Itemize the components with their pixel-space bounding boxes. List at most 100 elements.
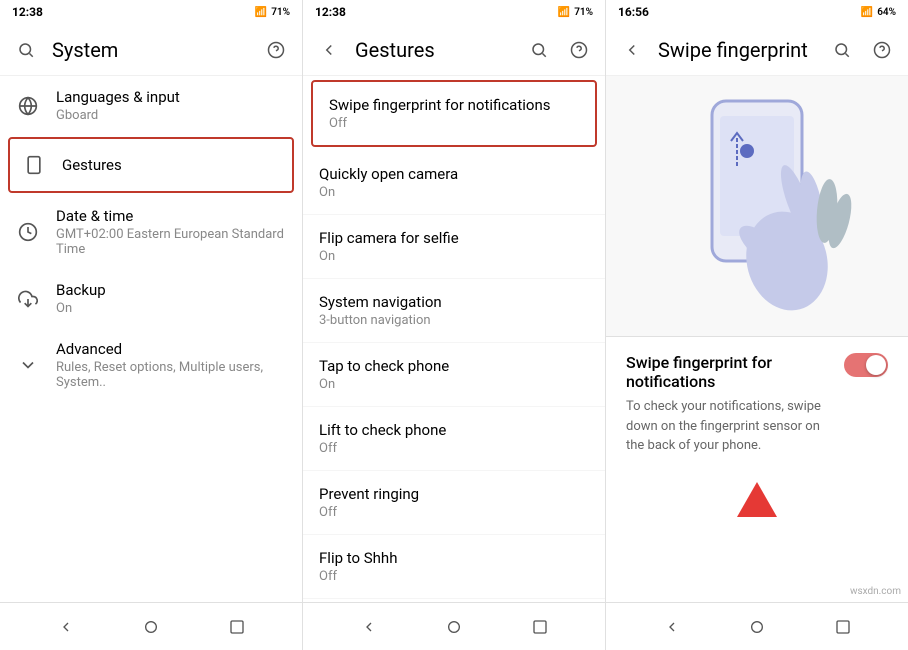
gesture-flip-shhh[interactable]: Flip to Shhh Off [303,535,605,599]
phone-hand-illustration [657,91,857,321]
wifi-icon-1: 📶 [255,7,267,18]
recents-nav-btn-3[interactable] [823,607,863,647]
languages-text: Languages & input Gboard [56,88,180,123]
time-1: 12:38 [12,5,43,19]
illustration-area [606,76,908,336]
battery-1: 71% [271,7,290,18]
system-title: System [52,38,250,62]
search-btn-2[interactable] [525,36,553,64]
nav-bar [0,602,908,650]
system-top-bar: System [0,24,302,76]
detail-setting-desc: To check your notifications, swipe down … [626,397,828,456]
nav-section-3 [605,603,908,650]
status-bar-1: 12:38 📶 71% [0,0,302,24]
recents-nav-btn-2[interactable] [520,607,560,647]
gesture-tap-check[interactable]: Tap to check phone On [303,343,605,407]
gesture-swipe-subtitle: Off [329,116,579,131]
watermark: wsxdn.com [847,585,904,598]
detail-panel: 16:56 📶 64% Swipe fingerprint [606,0,908,602]
globe-icon [16,94,40,118]
gesture-flip-subtitle: On [319,249,589,264]
battery-3: 64% [877,7,896,18]
clock-icon [16,220,40,244]
gestures-list: Swipe fingerprint for notifications Off … [303,76,605,602]
nav-section-2 [302,603,605,650]
home-nav-btn-2[interactable] [434,607,474,647]
sidebar-item-backup[interactable]: Backup On [0,269,302,328]
search-btn-3[interactable] [828,36,856,64]
time-3: 16:56 [618,5,649,19]
home-nav-btn-1[interactable] [131,607,171,647]
gesture-swipe-fingerprint[interactable]: Swipe fingerprint for notifications Off [311,80,597,147]
gesture-flip-camera[interactable]: Flip camera for selfie On [303,215,605,279]
back-nav-btn-1[interactable] [46,607,86,647]
help-btn-3[interactable] [868,36,896,64]
gesture-system-nav[interactable]: System navigation 3-button navigation [303,279,605,343]
datetime-title: Date & time [56,207,286,225]
back-btn-2[interactable] [315,36,343,64]
backup-text: Backup On [56,281,106,316]
help-btn-1[interactable] [262,36,290,64]
back-btn-3[interactable] [618,36,646,64]
search-btn-1[interactable] [12,36,40,64]
help-btn-2[interactable] [565,36,593,64]
nav-section-1 [0,603,302,650]
status-icons-3: 📶 64% [861,7,896,18]
detail-top-bar: Swipe fingerprint [606,24,908,76]
wifi-icon-3: 📶 [861,7,873,18]
languages-title: Languages & input [56,88,180,106]
gesture-prevent-ringing[interactable]: Prevent ringing Off [303,471,605,535]
sidebar-item-languages[interactable]: Languages & input Gboard [0,76,302,135]
sidebar-item-gestures[interactable]: Gestures [8,137,294,193]
gesture-open-camera[interactable]: Quickly open camera On [303,151,605,215]
chevron-down-icon [16,353,40,377]
sidebar-item-advanced[interactable]: Advanced Rules, Reset options, Multiple … [0,328,302,402]
gesture-swipe-title: Swipe fingerprint for notifications [329,96,579,114]
backup-title: Backup [56,281,106,299]
advanced-title: Advanced [56,340,286,358]
status-icons-2: 📶 71% [558,7,593,18]
status-bar-2: 12:38 📶 71% [303,0,605,24]
wifi-icon-2: 📶 [558,7,570,18]
datetime-subtitle: GMT+02:00 Eastern European Standard Time [56,227,286,257]
gesture-lift-subtitle: Off [319,441,589,456]
phone-icon [22,153,46,177]
gesture-prevent-title: Prevent ringing [319,485,589,503]
system-panel: 12:38 📶 71% System Languages & inpu [0,0,303,602]
cloud-icon [16,287,40,311]
detail-setting-title: Swipe fingerprint for notifications [626,353,828,391]
gesture-flip-title: Flip camera for selfie [319,229,589,247]
detail-content: Swipe fingerprint for notifications To c… [606,336,908,472]
up-arrow-icon [737,482,777,517]
sidebar-item-datetime[interactable]: Date & time GMT+02:00 Eastern European S… [0,195,302,269]
battery-2: 71% [574,7,593,18]
time-2: 12:38 [315,5,346,19]
gesture-camera-title: Quickly open camera [319,165,589,183]
swipe-fingerprint-toggle[interactable] [844,353,888,377]
gestures-title: Gestures [62,156,122,174]
gesture-tap-title: Tap to check phone [319,357,589,375]
back-nav-btn-3[interactable] [652,607,692,647]
detail-title-bar: Swipe fingerprint [658,38,816,62]
gestures-text: Gestures [62,156,122,174]
detail-text-area: Swipe fingerprint for notifications To c… [626,353,828,456]
gestures-panel: 12:38 📶 71% Gestures Swipe fingerprint f… [303,0,606,602]
gesture-shhh-subtitle: Off [319,569,589,584]
gesture-prevent-subtitle: Off [319,505,589,520]
gesture-camera-subtitle: On [319,185,589,200]
gesture-nav-subtitle: 3-button navigation [319,313,589,328]
home-nav-btn-3[interactable] [737,607,777,647]
datetime-text: Date & time GMT+02:00 Eastern European S… [56,207,286,257]
gesture-tap-subtitle: On [319,377,589,392]
languages-subtitle: Gboard [56,108,180,123]
gestures-title-bar: Gestures [355,38,513,62]
gesture-lift-check[interactable]: Lift to check phone Off [303,407,605,471]
gestures-top-bar: Gestures [303,24,605,76]
gesture-nav-title: System navigation [319,293,589,311]
recents-nav-btn-1[interactable] [217,607,257,647]
backup-subtitle: On [56,301,106,316]
back-nav-btn-2[interactable] [349,607,389,647]
status-bar-3: 16:56 📶 64% [606,0,908,24]
gesture-lift-title: Lift to check phone [319,421,589,439]
system-settings-list: Languages & input Gboard Gestures [0,76,302,602]
